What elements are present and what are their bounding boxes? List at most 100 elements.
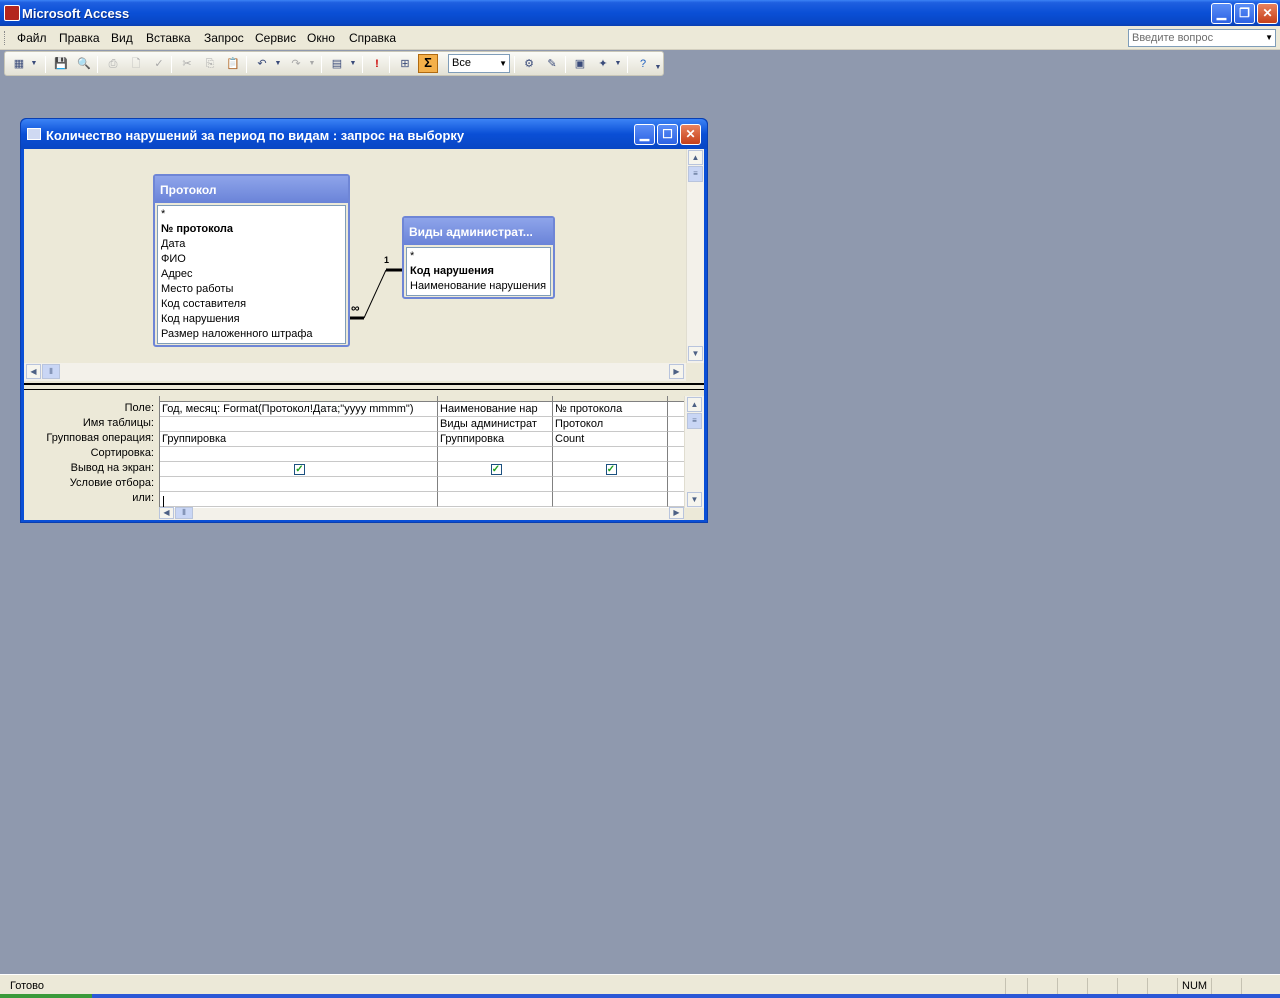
table-pane[interactable]: Протокол * № протокола Дата ФИО Адрес Ме…	[24, 149, 704, 383]
field-list-item[interactable]: *	[161, 207, 342, 222]
grid-cell-empty[interactable]	[668, 477, 684, 492]
query-close-button[interactable]: ✕	[680, 124, 701, 145]
help-icon[interactable]: ?	[635, 56, 651, 72]
field-list-item[interactable]: Дата	[161, 237, 342, 252]
grid-cell-or[interactable]	[438, 492, 553, 507]
toolbar-options-icon[interactable]: ▼	[653, 60, 663, 76]
grid-cell-sort[interactable]	[438, 447, 553, 462]
grid-cell-or[interactable]	[160, 492, 438, 507]
upper-vertical-scrollbar[interactable]: ▲ ≡ ▼	[686, 149, 704, 363]
grid-cell-criteria[interactable]	[553, 477, 668, 492]
chevron-down-icon[interactable]: ▼	[1265, 33, 1273, 42]
scroll-thumb[interactable]: ⦀	[42, 364, 60, 379]
grid-cell-field[interactable]: № протокола	[553, 402, 668, 417]
grid-cell-criteria[interactable]	[160, 477, 438, 492]
show-checkbox[interactable]: ✓	[605, 464, 617, 475]
query-type-icon[interactable]: ▤	[329, 56, 345, 72]
run-icon[interactable]: !	[369, 56, 385, 72]
menu-query[interactable]: Запрос	[204, 31, 244, 45]
copy-icon[interactable]: ⎘	[202, 56, 218, 72]
field-list-item[interactable]: Размер наложенного штрафа	[161, 327, 342, 342]
help-question-input[interactable]: Введите вопрос ▼	[1128, 29, 1276, 47]
grid-cell-total[interactable]: Группировка	[438, 432, 553, 447]
menu-edit[interactable]: Правка	[59, 31, 100, 45]
menu-window[interactable]: Окно	[307, 31, 335, 45]
chevron-down-icon[interactable]: ▼	[348, 56, 358, 72]
scroll-down-icon[interactable]: ▼	[688, 346, 703, 361]
grid-cell-table[interactable]	[160, 417, 438, 432]
query-minimize-button[interactable]: ▁	[634, 124, 655, 145]
table-protocol[interactable]: Протокол * № протокола Дата ФИО Адрес Ме…	[153, 174, 350, 347]
menu-file[interactable]: Файл	[17, 31, 47, 45]
menu-view[interactable]: Вид	[111, 31, 133, 45]
menubar-grip[interactable]	[4, 31, 7, 45]
scroll-right-icon[interactable]: ▶	[669, 364, 684, 379]
scroll-left-icon[interactable]: ◀	[26, 364, 41, 379]
grid-cell-table[interactable]: Протокол	[553, 417, 668, 432]
pane-splitter[interactable]	[24, 383, 704, 390]
grid-cell-sort[interactable]	[553, 447, 668, 462]
grid-cell-empty[interactable]	[668, 492, 684, 507]
properties-icon[interactable]: ⚙	[521, 56, 537, 72]
show-table-icon[interactable]: ⊞	[397, 56, 413, 72]
scroll-left-icon[interactable]: ◀	[159, 507, 174, 519]
field-list-item[interactable]: Код нарушения	[161, 312, 342, 327]
grid-cell-empty[interactable]	[668, 432, 684, 447]
totals-sigma-icon[interactable]: Σ	[418, 54, 438, 73]
top-values-combo[interactable]: Все ▼	[448, 54, 510, 73]
print-icon[interactable]: ⎙	[105, 56, 121, 72]
scroll-right-icon[interactable]: ▶	[669, 507, 684, 519]
access-app-icon[interactable]	[4, 5, 20, 21]
grid-vertical-scrollbar[interactable]: ▲ ≡ ▼	[684, 396, 704, 508]
field-list-item[interactable]: Место работы	[161, 282, 342, 297]
scroll-up-icon[interactable]: ▲	[687, 397, 702, 412]
table-violation-types-title[interactable]: Виды администрат...	[404, 218, 553, 245]
search-icon[interactable]: 🔍	[76, 56, 92, 72]
field-list-item[interactable]: ФИО	[161, 252, 342, 267]
show-checkbox[interactable]: ✓	[294, 464, 305, 475]
grid-horizontal-scrollbar[interactable]: ◀ ⦀ ▶	[159, 507, 684, 520]
grid-cell-table[interactable]: Виды администрат	[438, 417, 553, 432]
table-protocol-title[interactable]: Протокол	[155, 176, 348, 203]
scroll-thumb[interactable]: ≡	[687, 413, 702, 429]
grid-cell-empty[interactable]	[668, 462, 684, 477]
paste-icon[interactable]: 📋	[225, 56, 241, 72]
field-list-item[interactable]: Адрес	[161, 267, 342, 282]
database-window-icon[interactable]: ▣	[572, 56, 588, 72]
chevron-down-icon[interactable]: ▼	[29, 56, 39, 72]
field-list-item[interactable]: № протокола	[161, 222, 342, 237]
save-icon[interactable]: 💾	[53, 56, 69, 72]
chevron-down-icon[interactable]: ▼	[273, 56, 283, 72]
chevron-down-icon[interactable]: ▼	[613, 56, 623, 72]
menu-help[interactable]: Справка	[349, 31, 396, 45]
grid-cell-field[interactable]: Наименование нар	[438, 402, 553, 417]
minimize-button[interactable]: ▁	[1211, 3, 1232, 24]
new-object-icon[interactable]: ✦	[595, 56, 611, 72]
menu-tools[interactable]: Сервис	[255, 31, 296, 45]
chevron-down-icon[interactable]: ▼	[307, 56, 317, 72]
scroll-thumb[interactable]: ≡	[688, 166, 703, 182]
chevron-down-icon[interactable]: ▼	[499, 59, 507, 68]
grid-cell-sort[interactable]	[160, 447, 438, 462]
undo-icon[interactable]: ↶	[254, 56, 270, 72]
table-violation-types[interactable]: Виды администрат... * Код нарушения Наим…	[402, 216, 555, 299]
restore-button[interactable]: ❐	[1234, 3, 1255, 24]
field-list-item[interactable]: *	[410, 249, 547, 264]
builder-icon[interactable]: ✎	[544, 56, 560, 72]
show-checkbox[interactable]: ✓	[490, 464, 502, 475]
grid-cell-empty[interactable]	[668, 417, 684, 432]
grid-cell-criteria[interactable]	[438, 477, 553, 492]
scroll-thumb[interactable]: ⦀	[175, 507, 193, 519]
scroll-down-icon[interactable]: ▼	[687, 492, 702, 507]
upper-horizontal-scrollbar[interactable]: ◀ ⦀ ▶	[24, 363, 686, 381]
grid-cell-or[interactable]	[553, 492, 668, 507]
grid-cell-empty[interactable]	[668, 447, 684, 462]
cut-icon[interactable]: ✂	[179, 56, 195, 72]
redo-icon[interactable]: ↷	[288, 56, 304, 72]
field-list-item[interactable]: Наименование нарушения	[410, 279, 547, 294]
query-maximize-button[interactable]: ☐	[657, 124, 678, 145]
spelling-icon[interactable]: ✓	[151, 56, 167, 72]
scroll-up-icon[interactable]: ▲	[688, 150, 703, 165]
view-icon[interactable]: ▦	[11, 56, 27, 72]
field-list-item[interactable]: Код составителя	[161, 297, 342, 312]
